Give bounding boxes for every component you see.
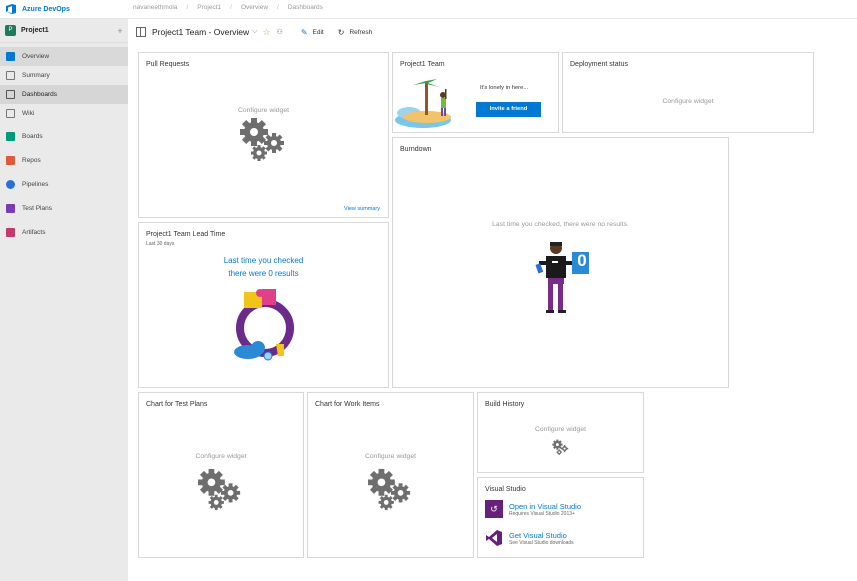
- configure-widget-link[interactable]: Configure widget: [139, 107, 388, 114]
- widget-subtitle: Last 30 days: [146, 241, 175, 247]
- sidebar-item-boards[interactable]: Boards: [0, 127, 128, 146]
- sidebar-item-wiki[interactable]: Wiki: [0, 104, 128, 123]
- widget-title: Deployment status: [570, 61, 628, 68]
- wiki-icon: [6, 109, 15, 118]
- lead-time-message: Last time you checked there were 0 resul…: [139, 254, 388, 280]
- sidebar-item-pipelines[interactable]: Pipelines: [0, 175, 128, 194]
- widget-title: Burndown: [400, 146, 432, 153]
- gears-icon: [240, 118, 284, 161]
- edit-button[interactable]: ✎ Edit: [301, 28, 324, 37]
- project-badge: P: [5, 25, 16, 36]
- pipelines-icon: [6, 180, 15, 189]
- sidebar-item-label: Repos: [22, 157, 41, 164]
- azure-devops-logo-icon: [6, 4, 16, 14]
- view-summary-link[interactable]: View summary: [344, 206, 380, 212]
- sidebar: P Project1 + Overview Summary Dashboards…: [0, 19, 128, 581]
- widget-title: Build History: [485, 401, 525, 408]
- get-vs-subtext: See Visual Studio downloads: [509, 539, 574, 546]
- burndown-widget[interactable]: Burndown Last time you checked, there we…: [392, 137, 729, 388]
- build-history-widget[interactable]: Build History Configure widget: [477, 392, 644, 473]
- sidebar-item-test-plans[interactable]: Test Plans: [0, 199, 128, 218]
- artifacts-icon: [6, 228, 15, 237]
- sidebar-item-summary[interactable]: Summary: [0, 66, 128, 85]
- open-vs-subtext: Requires Visual Studio 2013+: [509, 510, 575, 517]
- configure-widget-link[interactable]: Configure widget: [139, 453, 303, 460]
- team-widget[interactable]: Project1 Team It's lonely in here... Inv…: [392, 52, 559, 133]
- boards-icon: [6, 132, 15, 141]
- no-results-message: Last time you checked, there were no res…: [492, 221, 629, 228]
- lonely-message: It's lonely in here...: [480, 85, 529, 91]
- work-items-chart-widget[interactable]: Chart for Work Items Configure widget: [307, 392, 474, 558]
- visual-studio-widget[interactable]: Visual Studio ↺ Open in Visual Studio Re…: [477, 477, 644, 558]
- visual-studio-logo-icon: [486, 530, 502, 546]
- sidebar-item-repos[interactable]: Repos: [0, 151, 128, 170]
- chevron-down-icon[interactable]: ⌵: [252, 28, 257, 36]
- widget-title: Chart for Test Plans: [146, 401, 208, 408]
- sidebar-item-label: Overview: [22, 53, 50, 60]
- sidebar-item-artifacts[interactable]: Artifacts: [0, 223, 128, 242]
- sidebar-item-label: Dashboards: [22, 91, 58, 98]
- get-vs-label: Get Visual Studio: [509, 530, 567, 540]
- repos-icon: [6, 156, 15, 165]
- lead-time-widget[interactable]: Project1 Team Lead Time Last 30 days Las…: [138, 222, 389, 388]
- test-plans-icon: [6, 204, 15, 213]
- sidebar-item-label: Test Plans: [22, 205, 52, 212]
- gears-icon: [368, 468, 411, 511]
- project-selector[interactable]: P Project1 +: [0, 19, 128, 43]
- page-title[interactable]: Project1 Team - Overview: [152, 27, 249, 37]
- configure-widget-link[interactable]: Configure widget: [563, 98, 813, 105]
- add-icon[interactable]: +: [112, 26, 128, 36]
- lead-time-line-2: there were 0 results: [228, 269, 299, 278]
- sidebar-item-dashboards[interactable]: Dashboards: [0, 85, 128, 104]
- brand[interactable]: Azure DevOps: [5, 2, 70, 16]
- overview-icon: [6, 52, 15, 61]
- open-vs-label: Open in Visual Studio: [509, 501, 581, 511]
- sidebar-item-label: Wiki: [22, 110, 35, 117]
- refresh-label: Refresh: [349, 28, 373, 36]
- breadcrumb: navaneethmola / Project1 / Overview / Da…: [133, 4, 323, 11]
- open-vs-icon: ↺: [485, 500, 503, 518]
- widget-title: Project1 Team Lead Time: [146, 231, 226, 238]
- star-icon[interactable]: ☆: [262, 27, 270, 38]
- sidebar-item-label: Boards: [22, 133, 43, 140]
- pencil-icon: ✎: [300, 27, 308, 37]
- widget-title: Chart for Work Items: [315, 401, 380, 408]
- edit-label: Edit: [312, 28, 324, 36]
- get-visual-studio-link[interactable]: Get Visual Studio See Visual Studio down…: [485, 529, 574, 547]
- invite-friend-button[interactable]: Invite a friend: [476, 102, 541, 117]
- burndown-count: 0: [577, 251, 587, 270]
- open-in-visual-studio-link[interactable]: ↺ Open in Visual Studio Requires Visual …: [485, 500, 581, 518]
- refresh-icon: ↻: [337, 27, 345, 37]
- deployment-status-widget[interactable]: Deployment status Configure widget: [562, 52, 814, 133]
- sidebar-item-overview[interactable]: Overview: [0, 47, 128, 66]
- summary-icon: [6, 71, 15, 80]
- lead-time-line-1: Last time you checked: [223, 256, 304, 265]
- project-name: Project1: [21, 27, 49, 34]
- widget-title: Project1 Team: [400, 61, 445, 68]
- breadcrumb-org[interactable]: navaneethmola: [133, 4, 177, 11]
- test-plans-chart-widget[interactable]: Chart for Test Plans Configure widget: [138, 392, 304, 558]
- pull-requests-widget[interactable]: Pull Requests Configure widget View summ…: [138, 52, 389, 218]
- breadcrumb-project[interactable]: Project1: [197, 4, 221, 11]
- breadcrumb-dashboards[interactable]: Dashboards: [288, 4, 323, 11]
- sidebar-item-label: Summary: [22, 72, 50, 79]
- widget-title: Visual Studio: [485, 486, 526, 493]
- sidebar-item-label: Pipelines: [22, 181, 49, 188]
- widget-title: Pull Requests: [146, 61, 190, 68]
- refresh-button[interactable]: ↻ Refresh: [338, 28, 372, 37]
- dashboards-icon: [6, 90, 15, 99]
- configure-widget-link[interactable]: Configure widget: [308, 453, 473, 460]
- gears-icon: [552, 439, 569, 456]
- gears-icon: [198, 468, 241, 511]
- island-illustration: [395, 79, 451, 128]
- breadcrumb-overview[interactable]: Overview: [241, 4, 268, 11]
- configure-widget-link[interactable]: Configure widget: [478, 426, 643, 433]
- sidebar-item-label: Artifacts: [22, 229, 46, 236]
- dashboard-header: Project1 Team - Overview ⌵ ☆ ⚇ ✎ Edit ↻ …: [136, 22, 386, 42]
- top-bar: Azure DevOps navaneethmola / Project1 / …: [0, 0, 857, 19]
- lead-time-illustration: [234, 289, 294, 361]
- brand-name: Azure DevOps: [22, 5, 70, 13]
- team-icon[interactable]: ⚇: [277, 28, 283, 36]
- dashboard-icon: [136, 27, 146, 37]
